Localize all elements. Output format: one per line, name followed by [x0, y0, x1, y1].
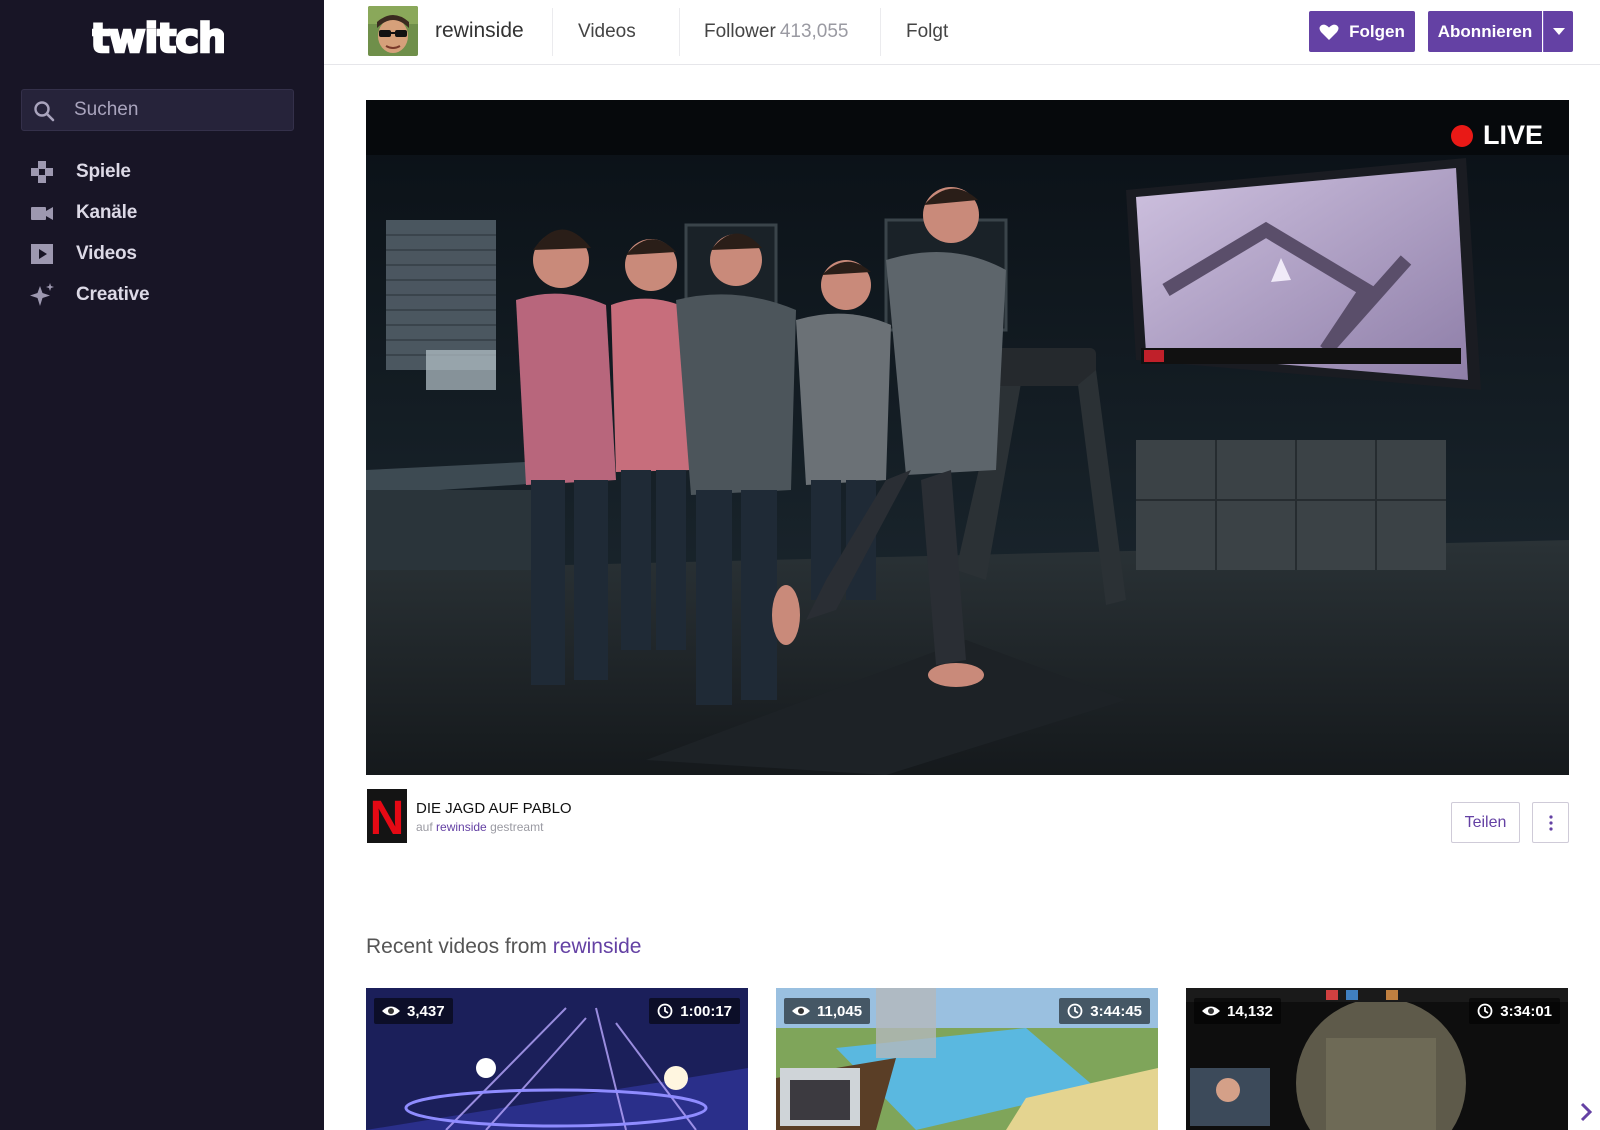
- divider: [552, 8, 553, 56]
- video-card[interactable]: 3,437 1:00:17: [366, 988, 748, 1130]
- netflix-logo: N: [372, 792, 402, 840]
- sidebar-item-kanaele[interactable]: Kanäle: [0, 193, 324, 233]
- video-card[interactable]: 11,045 3:44:45: [776, 988, 1158, 1130]
- stream-video-frame: [366, 100, 1569, 775]
- search-icon: [34, 101, 55, 122]
- search-input[interactable]: [74, 90, 284, 130]
- tab-following[interactable]: Folgt: [906, 21, 948, 43]
- channel-name[interactable]: rewinside: [435, 19, 524, 43]
- chevron-right-icon[interactable]: [1578, 1100, 1594, 1124]
- video-card[interactable]: 14,132 3:34:01: [1186, 988, 1568, 1130]
- follow-button[interactable]: Folgen: [1309, 11, 1415, 52]
- stream-sub-prefix: auf: [416, 820, 433, 834]
- subscribe-button-label: Abonnieren: [1437, 21, 1533, 41]
- video-duration: 3:44:45: [1059, 998, 1150, 1024]
- svg-text:N: N: [372, 792, 402, 840]
- sidebar-item-spiele[interactable]: Spiele: [0, 152, 324, 192]
- avatar[interactable]: [368, 6, 418, 56]
- share-button[interactable]: Teilen: [1451, 802, 1520, 843]
- heart-icon: [1319, 24, 1339, 40]
- recent-heading-channel-link[interactable]: rewinside: [553, 935, 642, 958]
- sidebar-item-label: Creative: [76, 284, 150, 305]
- chevron-down-icon: [1552, 27, 1565, 35]
- stream-subtitle: auf rewinside gestreamt: [416, 820, 543, 834]
- follower-label: Follower: [704, 21, 776, 42]
- recent-heading-prefix: Recent videos from: [366, 935, 547, 958]
- play-icon: [31, 244, 53, 264]
- more-options-button[interactable]: [1532, 802, 1569, 843]
- live-label: LIVE: [1482, 120, 1543, 150]
- sparkle-icon: [30, 283, 54, 306]
- sidebar-item-label: Spiele: [76, 161, 131, 182]
- divider: [880, 8, 881, 56]
- stream-title[interactable]: DIE JAGD AUF PABLO: [416, 800, 572, 817]
- camera-icon: [31, 207, 53, 220]
- game-thumbnail[interactable]: N: [367, 789, 407, 843]
- live-dot: [1450, 124, 1473, 147]
- clock-icon: [1067, 1003, 1083, 1019]
- video-duration: 3:34:01: [1469, 998, 1560, 1024]
- tab-videos[interactable]: Videos: [578, 21, 636, 43]
- sidebar-item-videos[interactable]: Videos: [0, 234, 324, 274]
- subscribe-dropdown-button[interactable]: [1543, 11, 1573, 52]
- subscribe-button[interactable]: Abonnieren: [1428, 11, 1542, 52]
- channel-header: rewinside Videos Follower 413,055 Folgt F…: [324, 0, 1600, 65]
- recent-videos-heading: Recent videos from rewinside: [366, 935, 641, 959]
- sidebar-item-label: Kanäle: [76, 202, 138, 223]
- view-count: 11,045: [784, 998, 871, 1024]
- divider: [679, 8, 680, 56]
- twitch-logo[interactable]: twitch: [92, 12, 224, 70]
- svg-text:twitch: twitch: [92, 16, 224, 62]
- eye-icon: [382, 1006, 400, 1016]
- sidebar: twitch Spiele Kanäle Videos: [0, 0, 324, 1130]
- clock-icon: [657, 1003, 673, 1019]
- more-vertical-icon: [1548, 814, 1553, 831]
- video-player[interactable]: LIVE: [366, 100, 1569, 775]
- follow-button-label: Folgen: [1349, 21, 1405, 41]
- video-duration: 1:00:17: [649, 998, 740, 1024]
- sidebar-item-creative[interactable]: Creative: [0, 275, 324, 315]
- view-count: 3,437: [374, 998, 453, 1024]
- live-badge: LIVE: [1450, 120, 1543, 151]
- gamepad-icon: [31, 161, 53, 183]
- stream-channel-link[interactable]: rewinside: [436, 820, 487, 834]
- tab-followers[interactable]: Follower 413,055: [704, 21, 849, 43]
- eye-icon: [1202, 1006, 1220, 1016]
- stream-sub-suffix: gestreamt: [490, 820, 544, 834]
- follower-count: 413,055: [779, 21, 849, 42]
- view-count: 14,132: [1194, 998, 1281, 1024]
- sidebar-item-label: Videos: [76, 243, 137, 264]
- clock-icon: [1477, 1003, 1493, 1019]
- eye-icon: [792, 1006, 810, 1016]
- search-box[interactable]: [21, 89, 294, 131]
